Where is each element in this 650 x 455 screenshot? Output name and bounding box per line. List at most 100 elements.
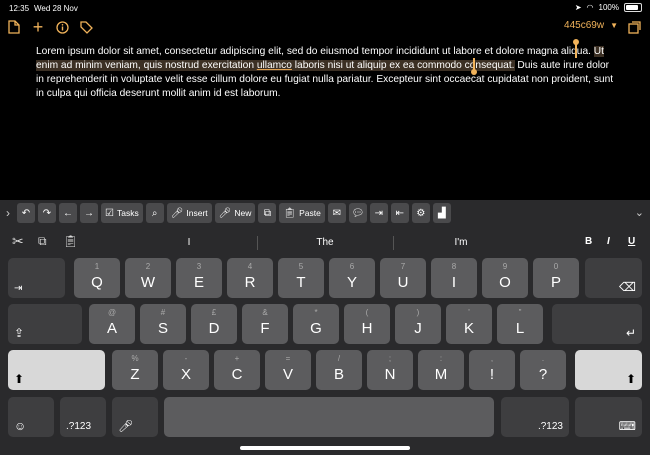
chevron-down-icon[interactable]: ⌄ <box>635 206 644 219</box>
key-label: Y <box>346 274 357 291</box>
key-sym[interactable]: .? <box>520 350 566 390</box>
dismiss-keyboard-key[interactable]: ⌨ <box>575 397 642 437</box>
selection-start-handle[interactable] <box>573 39 579 58</box>
dictation-key[interactable]: 🎤︎ <box>112 397 158 437</box>
shift-key-left[interactable]: ⬆ <box>8 350 105 390</box>
document-text[interactable]: Lorem ipsum dolor sit amet, consectetur … <box>36 45 616 101</box>
chevron-right-icon[interactable]: › <box>2 206 14 220</box>
status-bar: 12:35 Wed 28 Nov ➤ ◠ 100% <box>0 0 650 16</box>
key-y[interactable]: 6Y <box>329 258 375 298</box>
chevron-down-icon: ▼ <box>610 21 618 30</box>
key-alt-label: . <box>541 354 545 363</box>
key-d[interactable]: £ D <box>191 304 237 344</box>
key-v[interactable]: = V <box>265 350 311 390</box>
prediction-word-1[interactable]: I <box>124 237 254 248</box>
numbers-key-right[interactable]: .?123 <box>501 397 569 437</box>
message-button[interactable]: 💬︎ <box>348 203 367 223</box>
numbers-key-left[interactable]: .?123 <box>60 397 106 437</box>
tab-icon: ⇥ <box>14 283 23 294</box>
shift-key-right[interactable]: ⬆ <box>575 350 642 390</box>
tasks-button[interactable]: ☑ Tasks <box>101 203 143 223</box>
document-name-menu[interactable]: 445c69w ▼ <box>564 20 618 31</box>
underline-button[interactable]: U <box>628 236 635 247</box>
key-z[interactable]: % Z <box>112 350 158 390</box>
documents-icon[interactable] <box>6 19 22 35</box>
key-l[interactable]: " L <box>497 304 543 344</box>
key-alt-label: * <box>314 308 318 317</box>
copy-icon[interactable]: ⧉ <box>38 234 47 249</box>
key-h[interactable]: (H <box>344 304 390 344</box>
key-f[interactable]: & F <box>242 304 288 344</box>
info-icon[interactable] <box>54 19 70 35</box>
copy-button[interactable]: ⧉ <box>258 203 277 223</box>
selected-text-part2: laboris nisi ut aliquip ex ea commodo co… <box>291 60 515 71</box>
key-alt-label: 3 <box>196 262 202 271</box>
microphone-icon: 🎤︎ <box>118 419 134 433</box>
settings-button[interactable]: ⚙ <box>411 203 430 223</box>
tab-key[interactable]: ⇥ <box>8 258 65 298</box>
key-alt-label: = <box>285 354 291 363</box>
stats-button[interactable]: ▟ <box>432 203 451 223</box>
key-alt-label: ) <box>416 308 420 317</box>
selection-end-handle[interactable] <box>471 58 477 75</box>
key-alt-label: 5 <box>298 262 304 271</box>
key-n[interactable]: ; N <box>367 350 413 390</box>
key-a[interactable]: @ A <box>89 304 135 344</box>
key-alt-label: - <box>184 354 188 363</box>
key-label: I <box>451 274 457 291</box>
prediction-word-2[interactable]: The <box>260 237 390 248</box>
undo-button[interactable]: ↶ <box>17 203 35 223</box>
key-o[interactable]: 9O <box>482 258 528 298</box>
key-sym[interactable]: ,! <box>469 350 515 390</box>
key-p[interactable]: 0P <box>533 258 579 298</box>
bold-button[interactable]: B <box>585 236 592 247</box>
key-label: S <box>157 320 168 337</box>
mail-button[interactable]: ✉ <box>327 203 346 223</box>
key-label: ! <box>489 366 495 383</box>
key-x[interactable]: -X <box>163 350 209 390</box>
key-j[interactable]: ) J <box>395 304 441 344</box>
capslock-key[interactable]: ⇪ <box>8 304 82 344</box>
shift-icon: ⬆ <box>14 372 25 386</box>
insert-button[interactable]: 🎤︎ Insert <box>166 203 212 223</box>
prediction-divider <box>393 236 394 250</box>
wifi-icon: ◠ <box>586 3 594 12</box>
key-i[interactable]: 8I <box>431 258 477 298</box>
undo-icon: ↶ <box>21 207 31 219</box>
key-k[interactable]: ' K <box>446 304 492 344</box>
key-g[interactable]: * G <box>293 304 339 344</box>
paste-button[interactable]: 📋︎ Paste <box>279 203 325 223</box>
share-window-icon[interactable] <box>626 19 642 35</box>
key-t[interactable]: 5T <box>278 258 324 298</box>
key-u[interactable]: 7U <box>380 258 426 298</box>
prediction-word-3[interactable]: I'm <box>396 237 526 248</box>
new-button[interactable]: 🎤︎ New <box>214 203 256 223</box>
key-s[interactable]: # S <box>140 304 186 344</box>
key-r[interactable]: 4R <box>227 258 273 298</box>
delete-key[interactable]: ⌫ <box>585 258 642 298</box>
cursor-left-button[interactable]: ← <box>59 203 77 223</box>
prediction-bar: ✂ ⧉ 📋︎ I The I'm B I U <box>0 226 650 256</box>
key-b[interactable]: / B <box>316 350 362 390</box>
return-key[interactable]: ↵ <box>552 304 642 344</box>
key-m[interactable]: :M <box>418 350 464 390</box>
italic-button[interactable]: I <box>607 236 610 247</box>
key-c[interactable]: + C <box>214 350 260 390</box>
indent-button[interactable]: ⇥ <box>369 203 388 223</box>
tag-icon[interactable] <box>78 19 94 35</box>
paste-icon[interactable]: 📋︎ <box>63 234 78 248</box>
key-q[interactable]: 1Q <box>74 258 120 298</box>
outdent-button[interactable]: ⇤ <box>390 203 409 223</box>
arrow-left-icon: ← <box>63 207 73 219</box>
add-icon[interactable]: + <box>30 17 46 37</box>
emoji-key[interactable]: ☺ <box>8 397 54 437</box>
indent-icon: ⇥ <box>374 207 384 219</box>
redo-button[interactable]: ↷ <box>38 203 56 223</box>
scissors-icon[interactable]: ✂ <box>12 233 24 250</box>
cursor-right-button[interactable]: → <box>80 203 98 223</box>
space-bar[interactable] <box>164 397 494 437</box>
key-w[interactable]: 2W <box>125 258 171 298</box>
key-alt-label: " <box>518 308 522 317</box>
key-e[interactable]: 3E <box>176 258 222 298</box>
search-button[interactable]: ⌕ <box>145 203 164 223</box>
